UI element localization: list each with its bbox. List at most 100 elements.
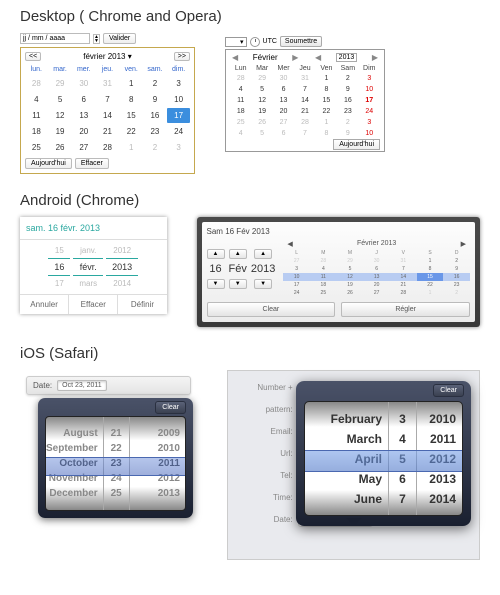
android-tab-day-cell[interactable]: 25 — [310, 289, 337, 297]
android-tab-day-cell[interactable]: 11 — [310, 273, 337, 281]
opera-day-cell[interactable]: 16 — [337, 95, 358, 106]
android-tab-day-cell[interactable]: 17 — [283, 281, 310, 289]
chrome-day-cell[interactable]: 1 — [120, 76, 143, 91]
opera-day-cell[interactable]: 22 — [316, 106, 337, 117]
android-tab-day-cell[interactable]: 29 — [337, 257, 364, 265]
ios-pad-clear-button[interactable]: Clear — [433, 384, 464, 397]
ios-date-field[interactable]: Oct 23, 2011 — [57, 380, 107, 391]
chrome-day-cell[interactable]: 28 — [96, 140, 119, 155]
android-phone-column[interactable]: 201220132014 — [106, 243, 138, 291]
stepper-down-icon[interactable]: ▼ — [254, 279, 272, 289]
android-tab-clear-button[interactable]: Clear — [207, 302, 336, 317]
opera-day-cell[interactable]: 23 — [337, 106, 358, 117]
android-tab-day-cell[interactable]: 28 — [310, 257, 337, 265]
chrome-day-cell[interactable]: 3 — [167, 140, 190, 155]
opera-day-cell[interactable]: 9 — [337, 84, 358, 95]
opera-day-cell[interactable]: 12 — [251, 95, 272, 106]
chrome-prev-month[interactable]: << — [25, 52, 41, 61]
chrome-day-cell[interactable]: 15 — [120, 108, 143, 123]
android-tab-day-cell[interactable]: 14 — [390, 273, 417, 281]
android-clear-button[interactable]: Effacer — [69, 295, 118, 314]
opera-day-cell[interactable]: 20 — [273, 106, 294, 117]
opera-day-cell[interactable]: 1 — [316, 73, 337, 84]
ios-clear-button[interactable]: Clear — [155, 401, 186, 414]
opera-day-cell[interactable]: 15 — [316, 95, 337, 106]
stepper-up-icon[interactable]: ▲ — [254, 249, 272, 259]
chrome-day-cell[interactable]: 29 — [49, 76, 72, 91]
chrome-day-cell[interactable]: 13 — [72, 108, 95, 123]
chrome-day-cell[interactable]: 24 — [167, 124, 190, 139]
android-tab-set-button[interactable]: Régler — [341, 302, 470, 317]
opera-day-cell[interactable]: 28 — [230, 73, 251, 84]
chrome-day-cell[interactable]: 30 — [72, 76, 95, 91]
chrome-day-cell[interactable]: 7 — [96, 92, 119, 107]
chrome-day-cell[interactable]: 23 — [144, 124, 167, 139]
stepper-down-icon[interactable]: ▼ — [229, 279, 247, 289]
chrome-day-cell[interactable]: 4 — [25, 92, 48, 107]
opera-day-cell[interactable]: 1 — [316, 117, 337, 128]
android-tab-day-cell[interactable]: 31 — [390, 257, 417, 265]
android-tab-day-cell[interactable]: 2 — [443, 289, 470, 297]
opera-prev-year[interactable]: ◀ — [313, 53, 323, 62]
chrome-date-input[interactable]: jj / mm / aaaa — [20, 33, 90, 44]
android-tab-day-cell[interactable]: 16 — [443, 273, 470, 281]
opera-day-cell[interactable]: 31 — [294, 73, 315, 84]
chrome-day-cell[interactable]: 25 — [25, 140, 48, 155]
android-tab-day-cell[interactable]: 21 — [390, 281, 417, 289]
opera-prev-month[interactable]: ◀ — [230, 53, 240, 62]
opera-day-cell[interactable]: 18 — [230, 106, 251, 117]
android-tab-day-cell[interactable]: 19 — [337, 281, 364, 289]
opera-day-cell[interactable]: 3 — [359, 73, 380, 84]
stepper-up-icon[interactable]: ▲ — [229, 249, 247, 259]
chrome-day-cell[interactable]: 10 — [167, 92, 190, 107]
opera-day-cell[interactable]: 3 — [359, 117, 380, 128]
opera-day-cell[interactable]: 28 — [294, 117, 315, 128]
opera-day-cell[interactable]: 14 — [294, 95, 315, 106]
android-cancel-button[interactable]: Annuler — [20, 295, 69, 314]
opera-day-cell[interactable]: 4 — [230, 128, 251, 139]
chrome-day-cell[interactable]: 16 — [144, 108, 167, 123]
opera-day-cell[interactable]: 21 — [294, 106, 315, 117]
android-tab-day-cell[interactable]: 5 — [337, 265, 364, 273]
android-tab-day-cell[interactable]: 15 — [417, 273, 444, 281]
opera-day-cell[interactable]: 5 — [251, 84, 272, 95]
android-tab-day-cell[interactable]: 8 — [417, 265, 444, 273]
opera-day-cell[interactable]: 5 — [251, 128, 272, 139]
opera-day-cell[interactable]: 24 — [359, 106, 380, 117]
android-tab-day-cell[interactable]: 9 — [443, 265, 470, 273]
opera-next-month-a[interactable]: ▶ — [290, 53, 300, 62]
android-tab-day-cell[interactable]: 22 — [417, 281, 444, 289]
chrome-day-cell[interactable]: 26 — [49, 140, 72, 155]
chrome-day-cell[interactable]: 5 — [49, 92, 72, 107]
android-tab-day-cell[interactable]: 4 — [310, 265, 337, 273]
android-tab-day-cell[interactable]: 20 — [363, 281, 390, 289]
chrome-day-cell[interactable]: 14 — [96, 108, 119, 123]
chrome-day-cell[interactable]: 1 — [120, 140, 143, 155]
chrome-day-cell[interactable]: 8 — [120, 92, 143, 107]
android-tab-day-cell[interactable]: 7 — [390, 265, 417, 273]
opera-date-dropdown[interactable]: ▾ — [225, 37, 247, 47]
chrome-day-cell[interactable]: 9 — [144, 92, 167, 107]
opera-today-button[interactable]: Aujourd'hui — [333, 139, 380, 150]
android-tab-day-cell[interactable]: 1 — [417, 257, 444, 265]
chrome-day-cell[interactable]: 28 — [25, 76, 48, 91]
android-tab-day-cell[interactable]: 13 — [363, 273, 390, 281]
chrome-clear-button[interactable]: Effacer — [75, 158, 109, 169]
chrome-day-cell[interactable]: 22 — [120, 124, 143, 139]
chrome-day-cell[interactable]: 21 — [96, 124, 119, 139]
opera-day-cell[interactable]: 25 — [230, 117, 251, 128]
opera-day-cell[interactable]: 7 — [294, 128, 315, 139]
opera-day-cell[interactable]: 13 — [273, 95, 294, 106]
android-tab-prev-month[interactable]: ◀ — [287, 240, 292, 248]
android-set-button[interactable]: Définir — [118, 295, 166, 314]
chrome-day-cell[interactable]: 6 — [72, 92, 95, 107]
chrome-today-button[interactable]: Aujourd'hui — [25, 158, 72, 169]
opera-day-cell[interactable]: 9 — [337, 128, 358, 139]
android-tab-day-cell[interactable]: 24 — [283, 289, 310, 297]
android-tab-day-cell[interactable]: 30 — [363, 257, 390, 265]
android-tab-day-cell[interactable]: 6 — [363, 265, 390, 273]
android-tab-day-cell[interactable]: 18 — [310, 281, 337, 289]
opera-next-year[interactable]: ▶ — [370, 53, 380, 62]
opera-day-cell[interactable]: 17 — [359, 95, 380, 106]
chrome-day-cell[interactable]: 18 — [25, 124, 48, 139]
